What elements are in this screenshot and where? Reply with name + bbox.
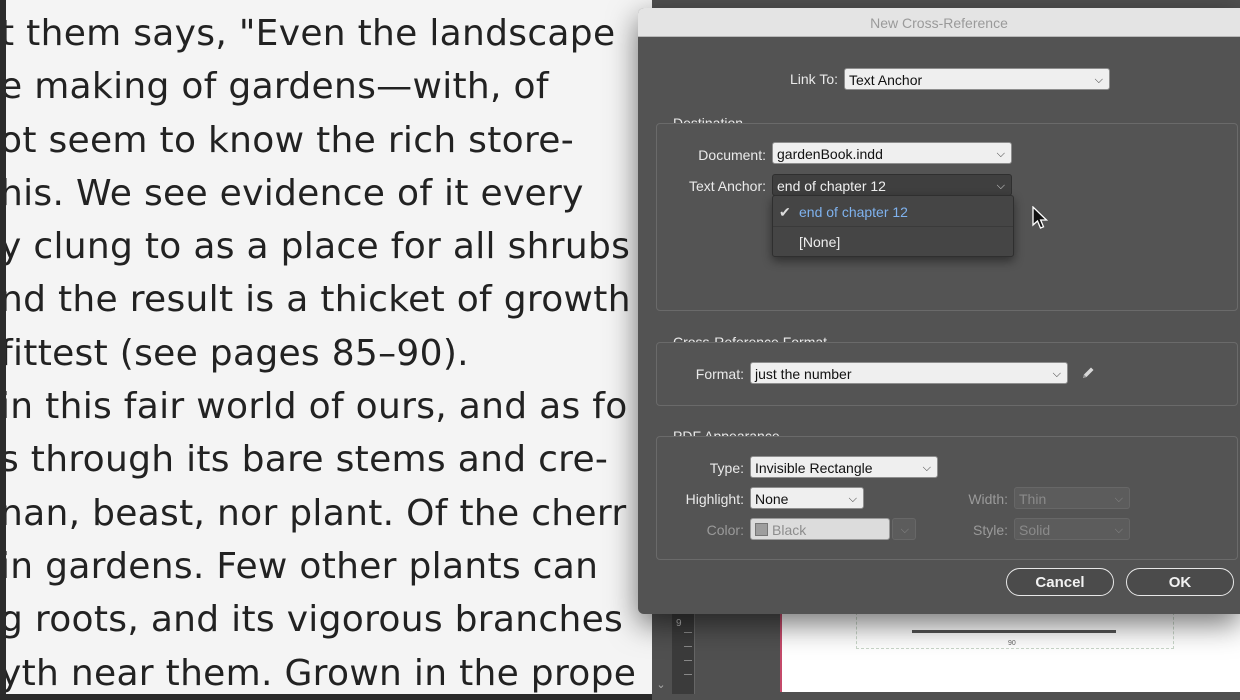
style-select[interactable]: Solid ⌵ — [1014, 518, 1130, 540]
menu-item-label: end of chapter 12 — [799, 204, 908, 220]
text-line: g roots, and its vigorous branches — [0, 599, 624, 641]
text-line: y clung to as a place for all shrubs — [0, 226, 631, 268]
text-line: in gardens. Few other plants can — [0, 545, 599, 587]
menu-separator — [773, 226, 1013, 227]
document-value: gardenBook.indd — [777, 146, 883, 162]
menu-item-none[interactable]: [None] — [773, 228, 1013, 256]
new-cross-reference-dialog: New Cross-Reference Link To: Text Anchor… — [638, 8, 1240, 614]
page-number: 90 — [1008, 640, 1016, 647]
ok-button[interactable]: OK — [1126, 568, 1234, 596]
text-anchor-select[interactable]: end of chapter 12 ⌵ — [772, 174, 1012, 196]
color-label: Color: — [706, 522, 744, 538]
highlight-value: None — [755, 491, 789, 507]
document-select[interactable]: gardenBook.indd ⌵ — [772, 142, 1012, 164]
type-select[interactable]: Invisible Rectangle ⌵ — [750, 456, 938, 478]
ruler-mark: 9 — [676, 618, 682, 629]
chevron-down-icon: ⌵ — [996, 148, 1005, 160]
text-line: his. We see evidence of it every — [0, 172, 584, 214]
link-to-label: Link To: — [790, 71, 838, 87]
dialog-title: New Cross-Reference — [870, 15, 1008, 31]
ruler-tick — [684, 646, 692, 647]
chevron-down-icon: ⌵ — [1114, 493, 1123, 505]
width-value: Thin — [1019, 491, 1047, 507]
text-line: fittest (see pages 85–90). — [0, 332, 469, 374]
status-bar — [0, 694, 652, 700]
layout-page[interactable]: 90 — [780, 612, 1240, 692]
text-line: nan, beast, nor plant. Of the cherr — [0, 492, 627, 534]
dialog-titlebar[interactable]: New Cross-Reference — [638, 8, 1240, 37]
ruler-tick — [684, 660, 692, 661]
type-value: Invisible Rectangle — [755, 460, 873, 476]
link-to-select[interactable]: Text Anchor ⌵ — [844, 68, 1110, 90]
text-anchor-menu: ✔ end of chapter 12 [None] — [772, 195, 1014, 257]
width-select[interactable]: Thin ⌵ — [1014, 487, 1130, 509]
vertical-ruler[interactable]: 9 — [672, 612, 695, 694]
color-swatch — [755, 523, 768, 536]
chevron-down-icon: ⌵ — [922, 462, 931, 474]
format-label: Format: — [695, 366, 744, 382]
text-line: e making of gardens—with, of — [0, 66, 549, 108]
text-line: in this fair world of ours, and as fo — [0, 386, 628, 428]
document-text: t them says, "Even the landscape e makin… — [0, 12, 652, 700]
color-dropdown-button[interactable]: ⌵ — [892, 518, 916, 540]
chevron-down-icon: ⌵ — [900, 524, 909, 536]
page-rule — [912, 630, 1116, 633]
document-label: Document: — [698, 147, 766, 163]
width-label: Width: — [968, 491, 1008, 507]
color-select[interactable]: Black — [750, 518, 890, 540]
chevron-down-icon: ⌵ — [848, 493, 857, 505]
format-value: just the number — [755, 366, 852, 382]
text-line: t them says, "Even the landscape — [0, 13, 616, 54]
checkmark-icon: ✔ — [779, 204, 791, 220]
menu-item-end-of-chapter-12[interactable]: ✔ end of chapter 12 — [773, 198, 1013, 226]
text-anchor-label: Text Anchor: — [688, 178, 766, 194]
text-line: yth near them. Grown in the prope — [0, 652, 637, 694]
page-edge — [0, 0, 6, 700]
ruler-tick — [684, 632, 692, 633]
cancel-button[interactable]: Cancel — [1006, 568, 1114, 596]
style-value: Solid — [1019, 522, 1051, 538]
text-line: nd the result is a thicket of growth — [0, 279, 631, 321]
chevron-down-icon: ⌵ — [1052, 368, 1061, 380]
chevron-down-icon: ⌵ — [996, 180, 1005, 192]
document-page: t them says, "Even the landscape e makin… — [0, 0, 652, 700]
type-label: Type: — [709, 460, 744, 476]
chevron-down-icon: ⌵ — [1114, 524, 1123, 536]
highlight-select[interactable]: None ⌵ — [750, 487, 864, 509]
style-label: Style: — [972, 522, 1008, 538]
mouse-cursor-icon — [1032, 206, 1049, 229]
link-to-value: Text Anchor — [849, 72, 923, 88]
scroll-down-icon[interactable]: ⌄ — [652, 676, 670, 694]
chevron-down-icon: ⌵ — [1094, 74, 1103, 86]
text-line: ot seem to know the rich store- — [0, 119, 575, 161]
pencil-icon[interactable] — [1080, 365, 1096, 381]
format-select[interactable]: just the number ⌵ — [750, 362, 1068, 384]
text-line: s through its bare stems and cre- — [0, 439, 609, 481]
highlight-label: Highlight: — [685, 491, 744, 507]
menu-item-label: [None] — [799, 234, 841, 250]
text-anchor-value: end of chapter 12 — [777, 178, 886, 194]
ruler-tick — [684, 674, 692, 675]
color-value: Black — [772, 522, 807, 538]
